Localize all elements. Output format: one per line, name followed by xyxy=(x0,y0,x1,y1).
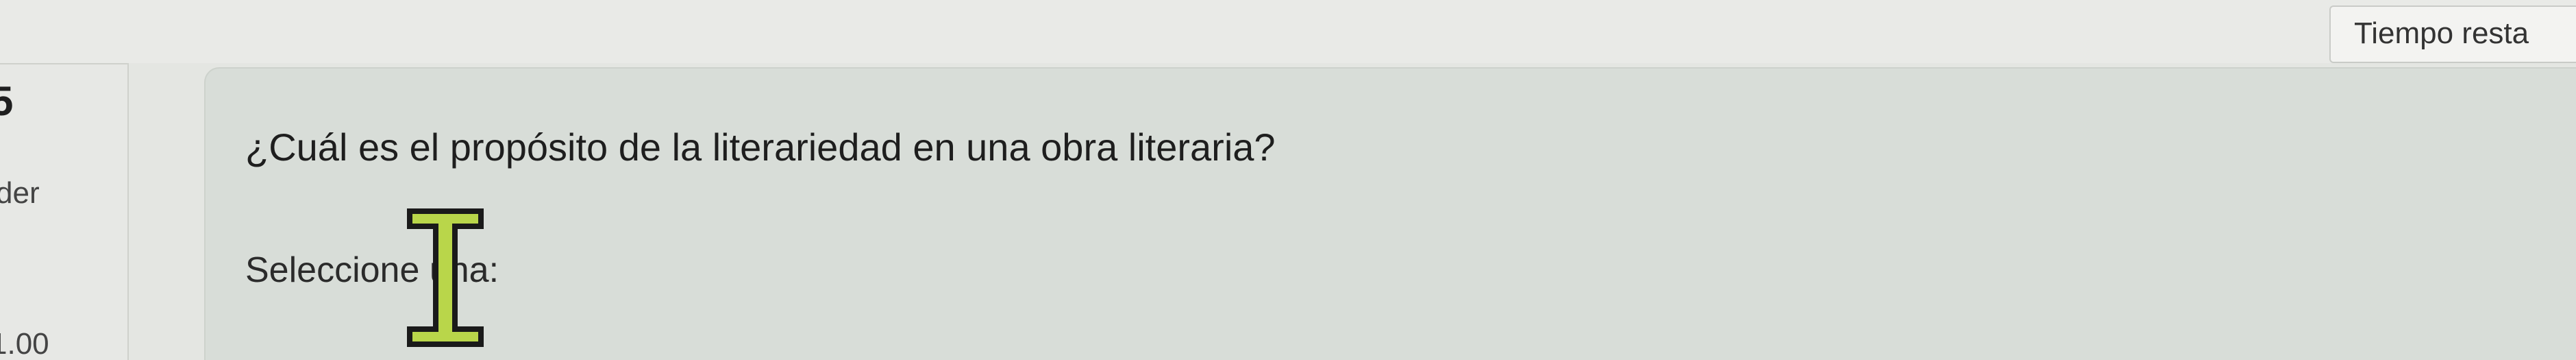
question-state: der xyxy=(0,176,40,210)
question-info-block: 5 der 1.00 xyxy=(0,63,129,360)
top-bar: Tiempo resta xyxy=(0,0,2576,63)
question-text: ¿Cuál es el propósito de la literariedad… xyxy=(245,125,1276,169)
text-cursor-icon xyxy=(407,208,484,347)
timer-label: Tiempo resta xyxy=(2354,16,2529,50)
question-number: 5 xyxy=(0,81,13,122)
question-panel: ¿Cuál es el propósito de la literariedad… xyxy=(204,67,2576,360)
timer-box: Tiempo resta xyxy=(2329,5,2576,63)
question-score: 1.00 xyxy=(0,327,49,360)
